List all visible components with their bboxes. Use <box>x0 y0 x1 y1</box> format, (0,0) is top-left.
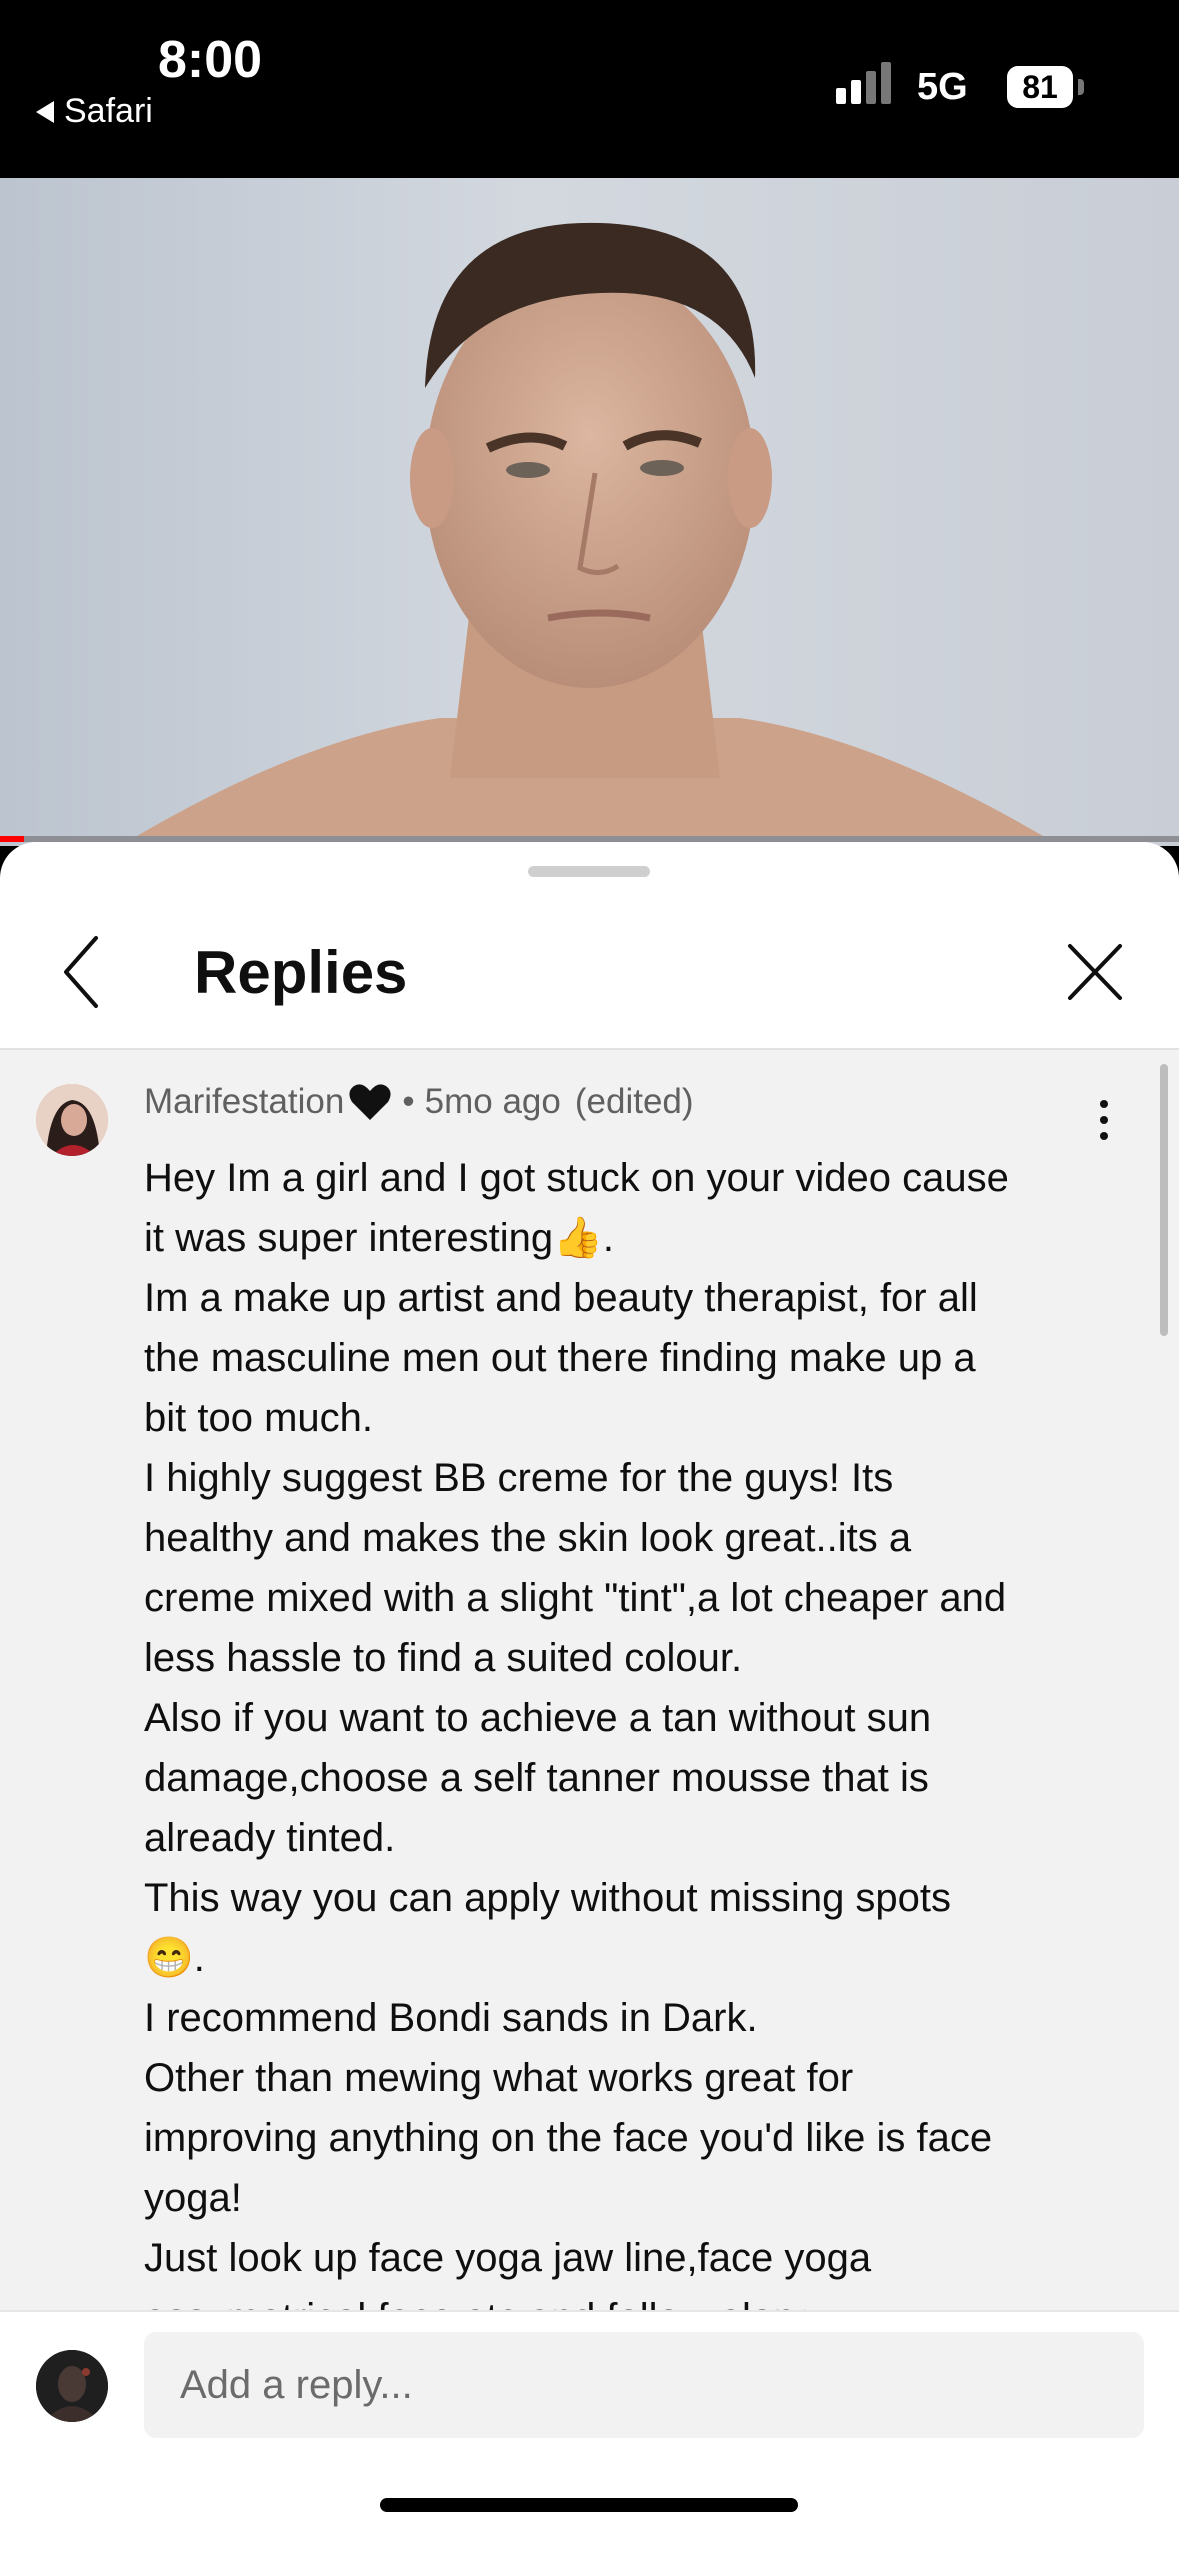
comment-line: damage,choose a self tanner mousse that … <box>144 1756 929 1800</box>
black-heart-icon <box>349 1084 391 1120</box>
back-to-safari-link[interactable]: Safari <box>36 92 153 131</box>
comment-line: Im a make up artist and beauty therapist… <box>144 1276 978 1320</box>
back-app-label: Safari <box>64 92 153 130</box>
comment-line: bit too much. <box>144 1396 374 1440</box>
comment-line: I recommend Bondi sands in Dark. <box>144 1996 758 2040</box>
comment-item: Marifestation • 5mo ago (edited) Hey Im … <box>0 1050 1179 2310</box>
comment-line: I highly suggest BB creme for the guys! … <box>144 1456 894 1500</box>
status-time: 8:00 <box>158 31 263 89</box>
battery-level: 81 <box>1022 68 1058 105</box>
comment-time: 5mo ago <box>424 1082 561 1121</box>
sheet-drag-handle[interactable] <box>528 866 650 877</box>
chevron-left-icon[interactable] <box>50 928 114 1016</box>
meta-separator: • <box>402 1082 415 1121</box>
comment-line: 😁. <box>144 1936 205 1980</box>
battery-icon: 81 <box>1007 66 1073 108</box>
comment-line: yoga! <box>144 2176 242 2220</box>
comment-line: Also if you want to achieve a tan withou… <box>144 1696 932 1740</box>
network-type: 5G <box>917 66 968 108</box>
avatar[interactable] <box>36 1084 108 1156</box>
status-bar: 8:00 Safari 5G 81 <box>0 0 1179 178</box>
comment-edited-label: (edited) <box>574 1082 694 1121</box>
comment-text: Hey Im a girl and I got stuck on your vi… <box>144 1148 1104 2310</box>
avatar <box>36 2350 108 2422</box>
comment-line: Other than mewing what works great for <box>144 2056 854 2100</box>
video-frame-image <box>120 222 1060 846</box>
user-avatar-image <box>36 2350 108 2422</box>
replies-sheet: Replies Marifestation • 5mo ago (edited)… <box>0 842 1179 2558</box>
comment-author[interactable]: Marifestation <box>144 1082 344 1122</box>
commenter-avatar-image <box>36 1084 108 1156</box>
comment-line: already tinted. <box>144 1816 396 1860</box>
comment-line: healthy and makes the skin look great..i… <box>144 1516 912 1560</box>
comment-line: This way you can apply without missing s… <box>144 1876 952 1920</box>
comment-line: the masculine men out there finding make… <box>144 1336 976 1380</box>
battery-nub <box>1078 79 1084 95</box>
comment-line: Just look up face yoga jaw line,face yog… <box>144 2236 872 2280</box>
reply-bar <box>0 2310 1179 2558</box>
video-player[interactable] <box>0 178 1179 846</box>
comment-line: Hey Im a girl and I got stuck on your vi… <box>144 1156 1009 1200</box>
replies-header: Replies <box>0 898 1179 1050</box>
scrollbar[interactable] <box>1160 1064 1168 1336</box>
video-progress-fill <box>0 836 24 842</box>
comment-line: less hassle to find a suited colour. <box>144 1636 743 1680</box>
cellular-signal-icon <box>836 62 891 104</box>
comment-line: it was super interesting👍. <box>144 1216 614 1260</box>
comment-line: assymetrical face etc and follow along <box>144 2288 1104 2310</box>
comment-meta: Marifestation • 5mo ago (edited) <box>144 1082 694 1122</box>
comment-line: creme mixed with a slight "tint",a lot c… <box>144 1576 1007 1620</box>
panel-title: Replies <box>194 939 408 1006</box>
comment-line: improving anything on the face you'd lik… <box>144 2116 993 2160</box>
home-indicator <box>380 2498 798 2512</box>
reply-input[interactable] <box>144 2332 1144 2438</box>
back-triangle-icon <box>36 100 54 123</box>
close-icon[interactable] <box>1060 932 1130 1012</box>
